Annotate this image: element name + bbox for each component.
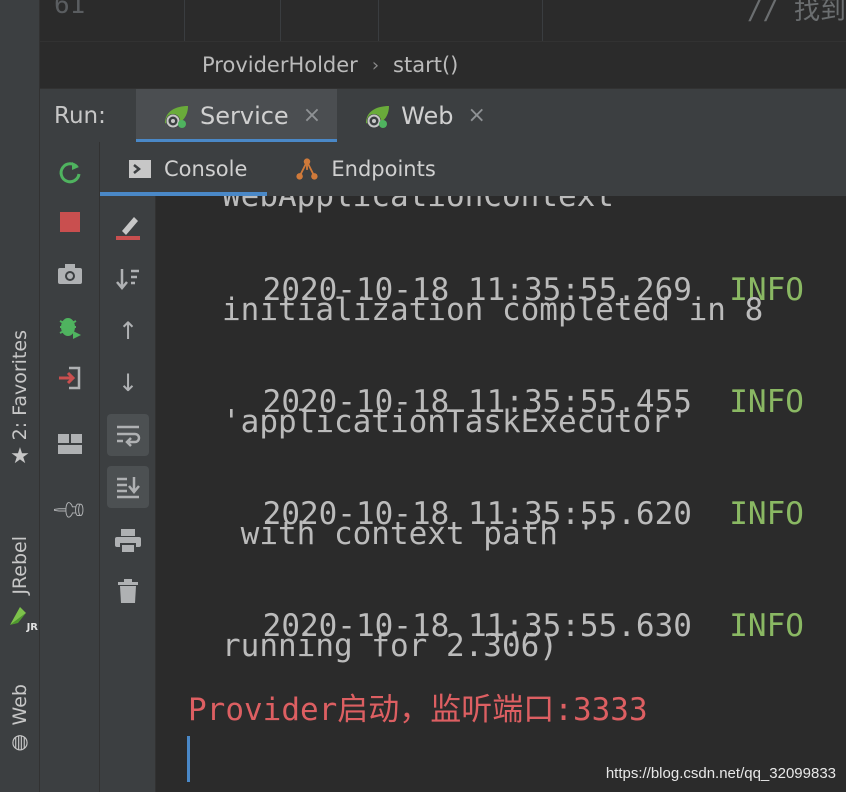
sort-down-button[interactable] (107, 258, 149, 300)
jrebel-icon: JR (6, 603, 38, 633)
favorites-tool-tab[interactable]: 2: Favorites ★ (0, 330, 40, 468)
printer-icon (115, 529, 141, 554)
eraser-icon (116, 217, 140, 240)
watermark: https://blog.csdn.net/qq_32099833 (605, 765, 836, 782)
console-line: running for 2.306) (222, 628, 558, 664)
run-tab-web[interactable]: Web × (337, 89, 502, 143)
spring-boot-icon (162, 103, 192, 129)
exit-icon (59, 366, 81, 390)
scroll-down-button[interactable]: ↓ (107, 362, 149, 404)
editor-divider (184, 0, 185, 41)
log-level: INFO (729, 496, 804, 532)
jrebel-tool-tab[interactable]: JRebel JR (0, 536, 40, 633)
stop-button[interactable] (50, 202, 90, 242)
jrebel-badge: JR (26, 621, 38, 633)
rerun-button[interactable] (50, 152, 90, 192)
scroll-to-end-icon (117, 477, 140, 499)
trash-icon (118, 579, 138, 603)
stop-icon (60, 212, 80, 232)
camera-icon (58, 264, 82, 284)
exit-button[interactable] (50, 358, 90, 398)
editor-comment: // 找到 (747, 0, 846, 26)
endpoints-tab-label: Endpoints (331, 157, 436, 181)
editor-divider (280, 0, 281, 41)
breadcrumb: ProviderHolder › start() (40, 42, 846, 88)
close-icon[interactable]: × (467, 103, 485, 128)
run-tab-label: Web (401, 101, 454, 130)
console-line: WebApplicationContext (222, 196, 614, 214)
tab-console[interactable]: Console (100, 142, 268, 196)
run-tab-bar: Run: Service × Web × (40, 88, 846, 143)
console-tab-label: Console (164, 157, 248, 181)
run-toolbar: 📌︎ (40, 142, 100, 792)
run-tab-label: Service (200, 101, 289, 130)
snapshot-button[interactable] (50, 254, 90, 294)
editor-divider (378, 0, 379, 41)
clear-console-button[interactable] (107, 206, 149, 248)
console-highlight-line: Provider启动，监听端口:3333 (188, 692, 648, 728)
sort-down-icon (116, 269, 139, 290)
console-output[interactable]: WebApplicationContext 2020-10-18 11:35:5… (156, 196, 846, 792)
web-tool-tab[interactable]: Web ◍ (0, 684, 40, 751)
layout-button[interactable] (50, 424, 90, 464)
jrebel-label: JRebel (9, 536, 31, 595)
delete-button[interactable] (107, 570, 149, 612)
log-level: INFO (729, 608, 804, 644)
favorites-label: 2: Favorites (9, 330, 31, 441)
left-tool-strip: 2: Favorites ★ JRebel JR Web ◍ (0, 0, 40, 792)
console-line: initialization completed in 8 (222, 292, 764, 328)
console-header: Console Endpoints (100, 142, 846, 196)
globe-icon: ◍ (11, 729, 29, 754)
console-line: with context path '' (222, 516, 614, 552)
spring-boot-icon (363, 103, 393, 129)
text-caret (187, 736, 190, 782)
breadcrumb-method[interactable]: start() (393, 53, 458, 77)
layout-icon (58, 434, 82, 454)
pin-icon: 📌︎ (49, 489, 91, 531)
console-icon (128, 158, 152, 180)
editor-divider (542, 0, 543, 41)
pin-button[interactable]: 📌︎ (49, 489, 91, 531)
run-label: Run: (54, 102, 106, 129)
debug-button[interactable] (50, 306, 90, 346)
line-number: 61 (54, 0, 86, 20)
close-icon[interactable]: × (303, 103, 321, 128)
tab-endpoints[interactable]: Endpoints (267, 142, 455, 196)
run-tab-service[interactable]: Service × (136, 88, 338, 143)
print-button[interactable] (107, 520, 149, 562)
console-toolbar: ↑ ↓ (100, 196, 156, 792)
scroll-to-end-button[interactable] (107, 466, 149, 508)
breadcrumb-class[interactable]: ProviderHolder (202, 53, 358, 77)
soft-wrap-button[interactable] (107, 414, 149, 456)
rerun-icon (59, 162, 81, 184)
star-icon: ★ (10, 444, 30, 470)
arrow-up-icon: ↑ (117, 317, 139, 345)
scroll-up-button[interactable]: ↑ (107, 310, 149, 352)
console-line: 'applicationTaskExecutor' (222, 404, 689, 440)
web-label: Web (9, 684, 31, 726)
endpoints-icon (295, 158, 319, 180)
bug-icon (59, 318, 81, 339)
chevron-right-icon: › (371, 54, 380, 76)
soft-wrap-icon (117, 425, 141, 447)
log-level: INFO (729, 384, 804, 420)
editor-area: 61 // 找到 (40, 0, 846, 42)
arrow-down-icon: ↓ (117, 369, 139, 397)
